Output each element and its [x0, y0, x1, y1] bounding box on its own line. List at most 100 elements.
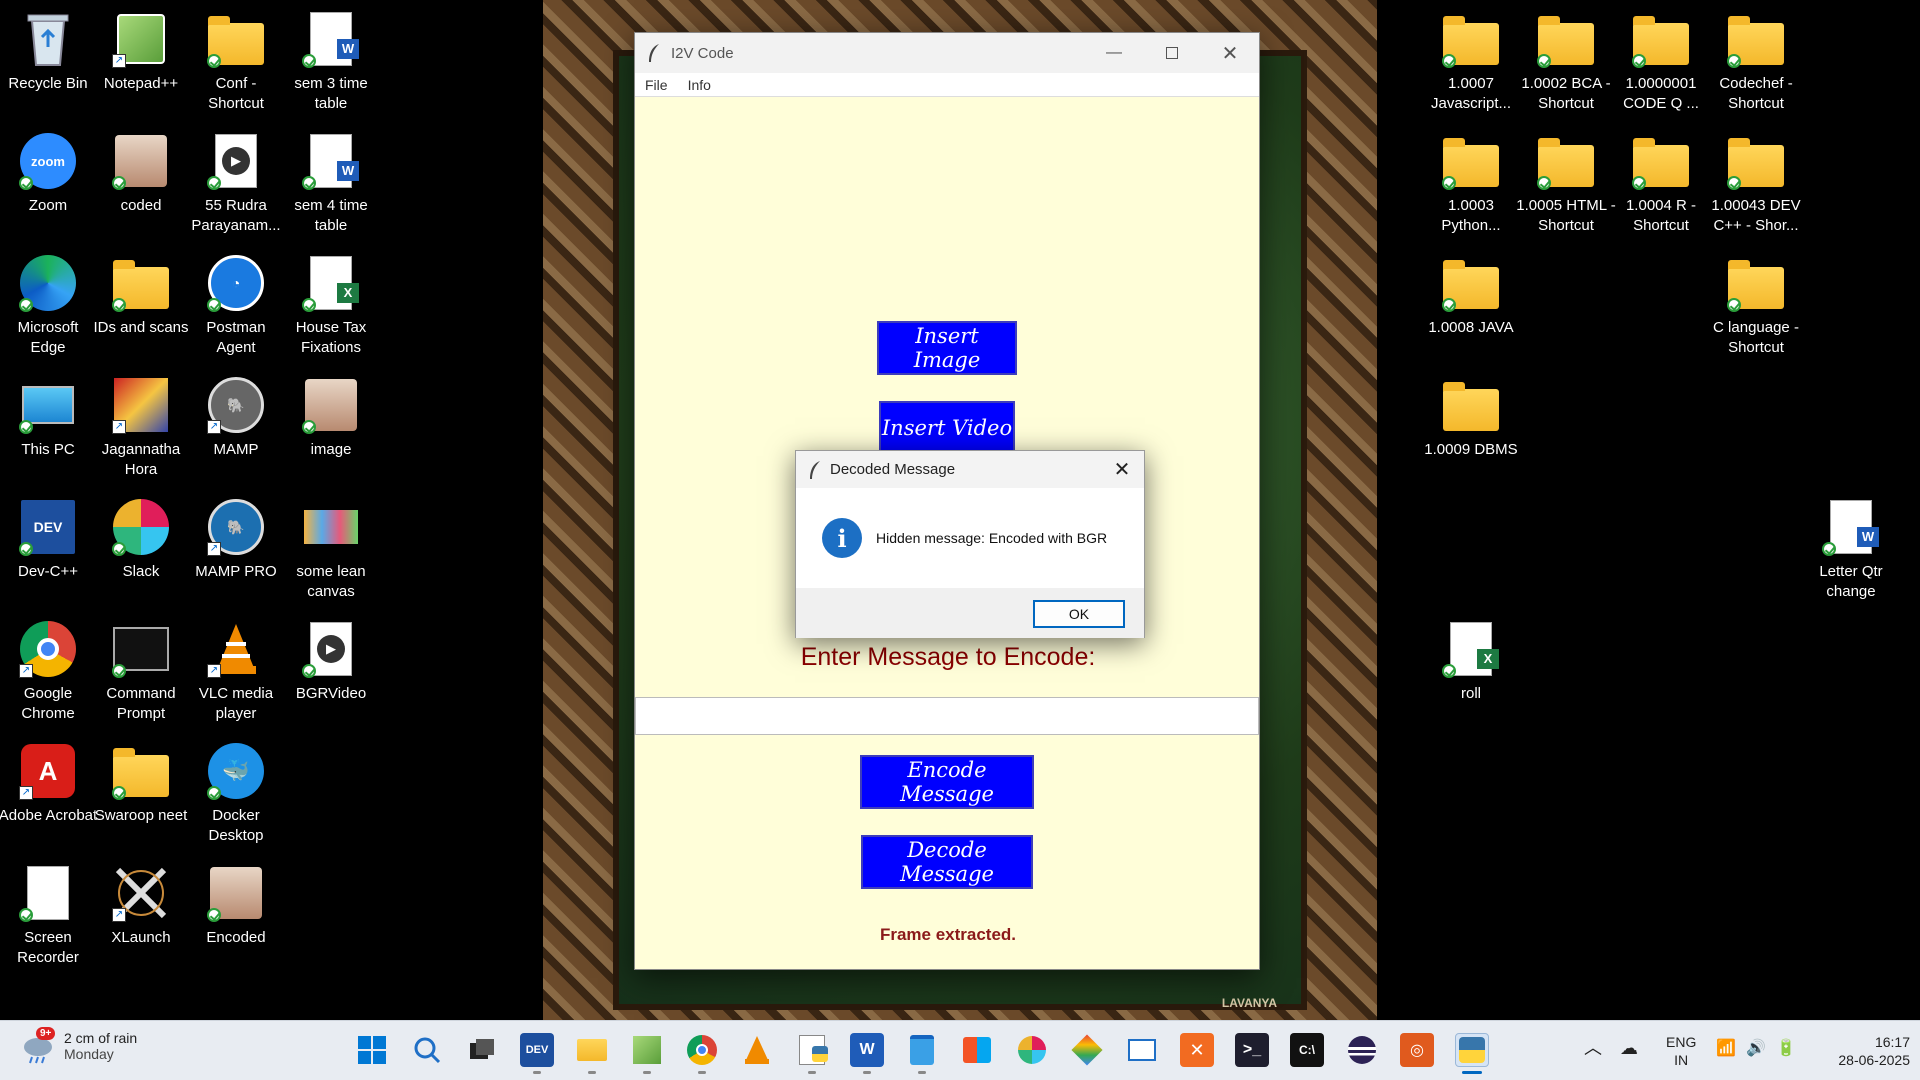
close-icon: ✕	[1113, 459, 1131, 481]
desktop-icon-java-folder[interactable]: 1.0008 JAVA	[1423, 248, 1519, 366]
desktop-icon-conf-shortcut[interactable]: Conf - Shortcut	[188, 4, 284, 122]
desktop-icon-vlc[interactable]: ↗ VLC media player	[188, 614, 284, 732]
desktop-icon-coded[interactable]: coded	[93, 126, 189, 244]
desktop-icon-label: Recycle Bin	[8, 75, 88, 92]
desktop-icon-house-tax[interactable]: X House Tax Fixations	[283, 248, 379, 366]
desktop-icon-html-folder[interactable]: 1.0005 HTML - Shortcut	[1516, 126, 1616, 244]
folder-icon	[1632, 10, 1690, 68]
desktop-icon-dbms-folder[interactable]: 1.0009 DBMS	[1423, 370, 1519, 488]
desktop-icon-chrome[interactable]: ↗ Google Chrome	[0, 614, 96, 732]
desktop-icon-label: C language - Shortcut	[1713, 319, 1799, 356]
devcpp-icon: DEV	[525, 1044, 549, 1056]
taskbar-vlc[interactable]	[740, 1033, 774, 1067]
network-button[interactable]: 📶	[1716, 1039, 1736, 1058]
desktop-icon-swaroop-neet[interactable]: Swaroop neet	[93, 736, 189, 854]
insert-image-button[interactable]: Insert Image	[877, 321, 1017, 375]
desktop-icon-ids-and-scans[interactable]: IDs and scans	[93, 248, 189, 366]
insert-video-button[interactable]: Insert Video	[879, 401, 1015, 455]
desktop-icon-rudra-parayanam[interactable]: ▶ 55 Rudra Parayanam...	[188, 126, 284, 244]
ok-button[interactable]: OK	[1033, 600, 1125, 628]
taskbar-devcpp[interactable]: DEV	[520, 1033, 554, 1067]
terminal-icon	[112, 620, 170, 678]
taskbar-gemini[interactable]	[1070, 1033, 1104, 1067]
desktop-icon-python-folder[interactable]: 1.0003 Python...	[1423, 126, 1519, 244]
volume-button[interactable]: 🔊	[1746, 1039, 1766, 1058]
desktop-icon-devcpp[interactable]: DEV Dev-C++	[0, 492, 96, 610]
clock[interactable]: 16:17 28-06-2025	[1810, 1033, 1910, 1069]
show-hidden-icons-button[interactable]: ︿	[1584, 1039, 1602, 1057]
minimize-button[interactable]: —	[1085, 33, 1143, 73]
desktop-icon-bgrvideo[interactable]: ▶ BGRVideo	[283, 614, 379, 732]
shortcut-arrow-icon: ↗	[19, 786, 33, 800]
desktop-icon-mamp[interactable]: 🐘 ↗ MAMP	[188, 370, 284, 488]
weather-alert-badge: 9+	[36, 1027, 56, 1040]
desktop-icon-devcpp-folder[interactable]: 1.00043 DEV C++ - Shor...	[1708, 126, 1804, 244]
desktop-icon-screen-recorder[interactable]: Screen Recorder	[0, 858, 96, 976]
desktop-icon-zoom[interactable]: zoom Zoom	[0, 126, 96, 244]
desktop-icon-lean-canvas[interactable]: some lean canvas	[283, 492, 379, 610]
taskbar-python-idle[interactable]	[795, 1033, 829, 1067]
maximize-button[interactable]	[1143, 33, 1201, 73]
weather-widget[interactable]: 9+ 2 cm of rain Monday	[20, 1027, 137, 1065]
close-button[interactable]: ✕	[1201, 33, 1259, 73]
dialog-titlebar[interactable]: Decoded Message ✕	[796, 451, 1144, 488]
close-icon: ✕	[1221, 42, 1239, 65]
desktop-icon-codechef-folder[interactable]: Codechef - Shortcut	[1708, 4, 1804, 122]
language-indicator[interactable]: ENG IN	[1666, 1033, 1696, 1069]
task-view-button[interactable]	[465, 1033, 499, 1067]
taskbar-xampp[interactable]: ✕	[1180, 1033, 1214, 1067]
desktop-icon-command-prompt[interactable]: Command Prompt	[93, 614, 189, 732]
desktop-icon-docker[interactable]: 🐳 Docker Desktop	[188, 736, 284, 854]
desktop-icon-jagannatha-hora[interactable]: ↗ Jagannatha Hora	[93, 370, 189, 488]
desktop-icon-image[interactable]: image	[283, 370, 379, 488]
taskbar-eclipse[interactable]	[1345, 1033, 1379, 1067]
desktop-icon-recycle-bin[interactable]: Recycle Bin	[0, 4, 96, 122]
start-button[interactable]	[355, 1033, 389, 1067]
desktop-icon-c-language-folder[interactable]: C language - Shortcut	[1708, 248, 1804, 366]
desktop-icon-r-folder[interactable]: 1.0004 R - Shortcut	[1613, 126, 1709, 244]
menu-info[interactable]: Info	[678, 77, 721, 93]
notepad-plus-plus-icon: ↗	[112, 10, 170, 68]
desktop-icon-slack[interactable]: Slack	[93, 492, 189, 610]
message-input[interactable]	[635, 697, 1259, 735]
encode-message-button[interactable]: Encode Message	[860, 755, 1034, 809]
taskbar-file-explorer[interactable]	[575, 1033, 609, 1067]
taskbar-word[interactable]: W	[850, 1033, 884, 1067]
desktop-icon-code-q-folder[interactable]: 1.0000001 CODE Q ...	[1613, 4, 1709, 122]
desktop-icon-edge[interactable]: Microsoft Edge	[0, 248, 96, 366]
folder-icon	[1442, 254, 1500, 312]
decode-message-button[interactable]: Decode Message	[861, 835, 1033, 889]
desktop-icon-acrobat[interactable]: A ↗ Adobe Acrobat	[0, 736, 97, 854]
desktop-icon-mamp-pro[interactable]: 🐘 ↗ MAMP PRO	[188, 492, 284, 610]
desktop-icon-notepad-plus-plus[interactable]: ↗ Notepad++	[93, 4, 189, 122]
desktop-icon-roll[interactable]: X roll	[1423, 614, 1519, 732]
desktop-icon-sem3-timetable[interactable]: W sem 3 time table	[283, 4, 379, 122]
shortcut-arrow-icon: ↗	[112, 420, 126, 434]
taskbar-python-app-active[interactable]	[1455, 1033, 1489, 1067]
battery-button[interactable]: 🔋	[1776, 1039, 1796, 1058]
desktop-icon-postman-agent[interactable]: ◔ Postman Agent	[188, 248, 284, 366]
search-button[interactable]	[410, 1033, 444, 1067]
taskbar-window-app[interactable]	[1125, 1033, 1159, 1067]
desktop-icon-bca-folder[interactable]: 1.0002 BCA - Shortcut	[1518, 4, 1614, 122]
taskbar-chrome[interactable]	[685, 1033, 719, 1067]
taskbar-notepad[interactable]	[905, 1033, 939, 1067]
taskbar-command-prompt[interactable]: C:\	[1290, 1033, 1324, 1067]
desktop-icon-letter-qtr[interactable]: W Letter Qtr change	[1803, 492, 1899, 610]
desktop-icon-encoded[interactable]: Encoded	[188, 858, 284, 976]
onedrive-button[interactable]: ☁	[1620, 1039, 1638, 1058]
taskbar-slack[interactable]	[1015, 1033, 1049, 1067]
desktop-icon-xlaunch[interactable]: ↗ XLaunch	[93, 858, 189, 976]
desktop-icon-sem4-timetable[interactable]: W sem 4 time table	[283, 126, 379, 244]
app-titlebar[interactable]: I2V Code — ✕	[635, 33, 1259, 73]
folder-icon	[1442, 376, 1500, 434]
taskbar-ubuntu[interactable]: ◎	[1400, 1033, 1434, 1067]
dialog-close-button[interactable]: ✕	[1110, 457, 1134, 482]
desktop-icon-javascript-folder[interactable]: 1.0007 Javascript...	[1423, 4, 1519, 122]
taskbar-store[interactable]	[960, 1033, 994, 1067]
taskbar-powershell[interactable]: >_	[1235, 1033, 1269, 1067]
desktop: LAVANYA Recycle Bin ↗ Notepad++ Conf - S…	[0, 0, 1920, 1020]
desktop-icon-this-pc[interactable]: This PC	[0, 370, 96, 488]
taskbar-notepad-plus-plus[interactable]	[630, 1033, 664, 1067]
menu-file[interactable]: File	[635, 77, 678, 93]
